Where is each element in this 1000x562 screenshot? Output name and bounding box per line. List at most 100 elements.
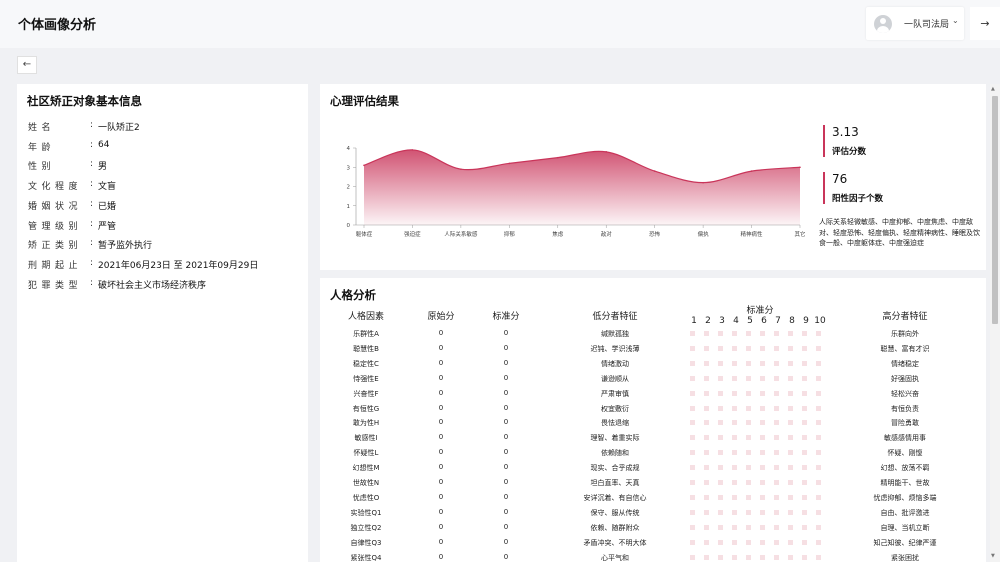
info-label: 婚姻状况 [28,201,83,212]
factor-cell: 稳定性C [353,359,379,368]
scale-dot [732,494,737,500]
scale-dot [746,360,751,366]
scroll-down-arrow-icon[interactable]: ▼ [991,553,995,559]
scale-dot [746,554,751,560]
scale-dot [802,390,807,396]
scale-dot [732,375,737,381]
scale-dot [802,494,807,500]
scale-dot [774,539,779,545]
col-header-scale: 标准分 [746,306,774,316]
std-score-cell: 0 [503,403,509,412]
col-header-std: 标准分 [492,312,520,322]
factor-cell: 实验性Q1 [350,508,382,517]
scale-dot [746,435,751,441]
scale-dot [802,360,807,366]
std-score-cell: 0 [503,388,509,397]
raw-score-cell: 0 [438,507,444,516]
scale-dot [718,524,723,530]
scale-number: 1 [691,316,697,326]
low-trait-cell: 安详沉着、有自信心 [583,493,647,502]
scale-dot [704,375,709,381]
chart-data-point[interactable] [799,166,801,169]
info-label: 犯罪类型 [28,280,83,291]
scale-dot [690,524,695,530]
scale-dot [774,405,779,411]
scale-dot [704,420,709,426]
scale-dot [816,509,821,515]
logout-button[interactable]: → [970,7,1000,40]
scale-dot [690,509,695,515]
score-label: 评估分数 [832,147,867,157]
scale-dot [816,480,821,485]
scale-number: 2 [705,316,711,326]
chart-data-point[interactable] [508,162,511,165]
std-score-cell: 0 [503,537,509,546]
scroll-up-arrow-icon[interactable]: ▲ [991,86,995,92]
scale-dot [774,345,779,351]
chart-data-point[interactable] [556,156,559,159]
factor-cell: 敢为性H [352,419,380,428]
high-trait-cell: 幻想、放荡不羁 [880,464,930,473]
info-colon: : [90,257,94,268]
scale-dot [746,509,751,515]
high-trait-cell: 自由、批评激进 [880,508,930,517]
psych-description: 人际关系轻微敏感、中度抑郁、中度焦虑、中度敌对、轻度恐怖、轻度偏执、轻度精神病性… [819,218,980,247]
scale-dot [788,480,793,485]
scale-dot [816,494,821,500]
scale-dot [788,494,793,500]
factor-cell: 紧张性Q4 [350,553,382,562]
low-trait-cell: 权宜敷衍 [601,404,629,413]
user-menu[interactable]: 一队司法局 ⌄ [866,7,964,40]
scale-dot [718,435,723,441]
scale-dot [760,524,765,530]
scale-number: 9 [803,316,809,326]
scale-dot [774,331,779,336]
chart-data-point[interactable] [363,164,365,167]
scale-dot [760,345,765,351]
scale-dot [690,360,695,366]
high-trait-cell: 精明能干、世故 [880,479,930,487]
avatar-icon [874,15,892,33]
chart-data-point[interactable] [605,151,608,153]
chart-data-point[interactable] [411,149,414,151]
scale-dot [746,539,751,545]
scale-number: 4 [733,316,739,326]
high-trait-cell: 冒险勇敢 [891,419,919,428]
raw-score-cell: 0 [438,329,444,337]
scale-dot [732,539,737,545]
low-trait-cell: 缄默孤独 [601,330,629,338]
scale-dot [816,420,821,426]
factor-cell: 恃强性E [353,374,379,383]
factor-cell: 自律性Q3 [350,538,382,547]
x-tick-label: 强迫症 [404,230,421,238]
chart-data-point[interactable] [702,181,704,184]
info-value: 文盲 [98,182,117,193]
scale-dot [774,509,779,515]
std-score-cell: 0 [503,478,509,486]
chart-data-point[interactable] [460,168,462,170]
scale-dot [704,360,709,366]
raw-score-cell: 0 [438,373,444,382]
chart-data-point[interactable] [653,170,656,172]
chart-data-point[interactable] [750,170,753,172]
scale-dot [774,390,779,396]
scale-dot [802,345,807,351]
scale-dot [732,509,737,515]
high-trait-cell: 轻松兴奋 [891,389,919,398]
scale-dot [718,331,723,336]
scale-dot [802,375,807,381]
info-label: 文化程度 [28,182,83,193]
scale-dot [774,360,779,366]
scale-dot [746,390,751,396]
scale-number: 10 [814,316,826,326]
factor-cell: 乐群性A [353,330,379,338]
scale-dot [718,509,723,515]
raw-score-cell: 0 [438,537,444,546]
back-button[interactable]: ← [17,56,37,74]
scale-dot [732,420,737,426]
std-score-cell: 0 [503,492,509,501]
scale-dot [774,494,779,500]
low-trait-cell: 心平气和 [601,553,629,562]
scrollbar-thumb[interactable] [992,96,998,324]
y-tick-label: 4 [347,146,351,152]
